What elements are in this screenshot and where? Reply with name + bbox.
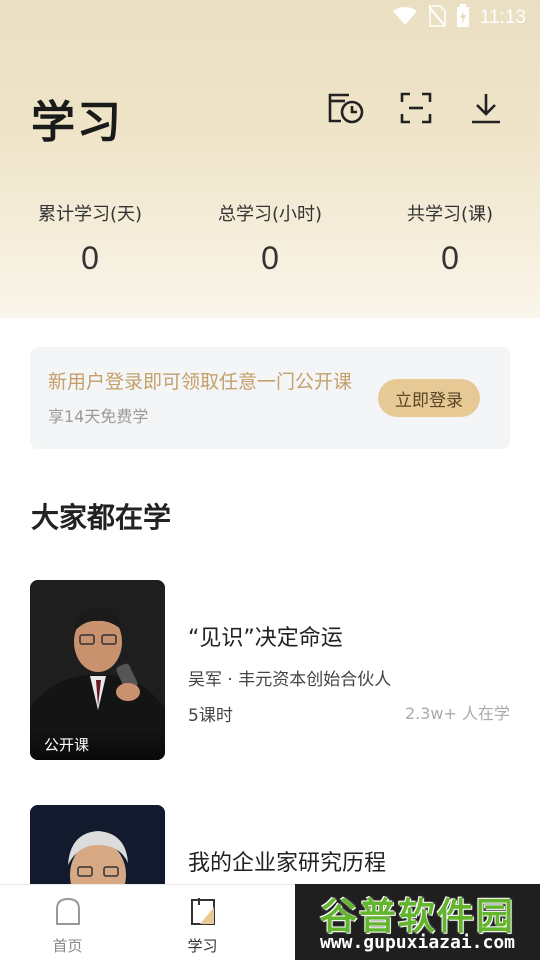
download-button[interactable] [468, 92, 504, 128]
stat-courses: 共学习(课) 0 [360, 200, 540, 277]
login-promo-card[interactable]: 新用户登录即可领取任意一门公开课 享14天免费学 立即登录 [30, 347, 510, 449]
nav-label: 学习 [187, 937, 218, 955]
course-tag: 公开课 [30, 730, 165, 760]
nav-label: 首页 [52, 937, 83, 955]
course-title: “见识”决定命运 [188, 626, 343, 651]
study-icon [190, 897, 216, 929]
login-promo-subtitle: 享14天免费学 [48, 407, 149, 426]
course-card[interactable]: 公开课 “见识”决定命运 吴军 · 丰元资本创始合伙人 5课时 2.3w+ 人在… [30, 580, 510, 760]
stat-label: 共学习(课) [406, 204, 494, 225]
study-stats: 累计学习(天) 0 总学习(小时) 0 共学习(课) 0 [0, 200, 540, 277]
header-actions [328, 92, 504, 128]
scan-icon [400, 92, 432, 128]
course-lessons: 5课时 [188, 706, 233, 726]
section-title: 大家都在学 [31, 501, 172, 534]
stat-label: 总学习(小时) [217, 204, 323, 225]
wifi-icon [392, 6, 418, 30]
nav-home[interactable]: 首页 [0, 885, 135, 960]
status-time: 11:13 [479, 7, 526, 28]
watermark-url: www.gupuxiazai.com [319, 932, 516, 953]
scan-button[interactable] [398, 92, 434, 128]
download-icon [470, 92, 502, 128]
page-title: 学习 [31, 97, 123, 148]
no-sim-icon [428, 5, 446, 31]
history-button[interactable] [328, 92, 364, 128]
history-icon [327, 91, 365, 129]
login-button[interactable]: 立即登录 [378, 379, 480, 417]
stat-value: 0 [261, 240, 279, 276]
stat-value: 0 [441, 240, 459, 276]
nav-study[interactable]: 学习 [135, 885, 270, 960]
login-promo-title: 新用户登录即可领取任意一门公开课 [48, 371, 353, 393]
course-title: 我的企业家研究历程 [188, 851, 387, 876]
home-icon [55, 897, 81, 929]
status-bar: 11:13 [0, 0, 540, 36]
watermark-logo: 谷普软件园 www.gupuxiazai.com [295, 884, 540, 960]
stat-value: 0 [81, 240, 99, 276]
battery-charging-icon [456, 4, 470, 32]
course-learners: 2.3w+ 人在学 [404, 704, 510, 723]
stat-days: 累计学习(天) 0 [0, 200, 180, 277]
stat-label: 累计学习(天) [37, 204, 143, 225]
course-author: 吴军 · 丰元资本创始合伙人 [188, 670, 392, 690]
stat-hours: 总学习(小时) 0 [180, 200, 360, 277]
course-thumbnail: 公开课 [30, 580, 165, 760]
